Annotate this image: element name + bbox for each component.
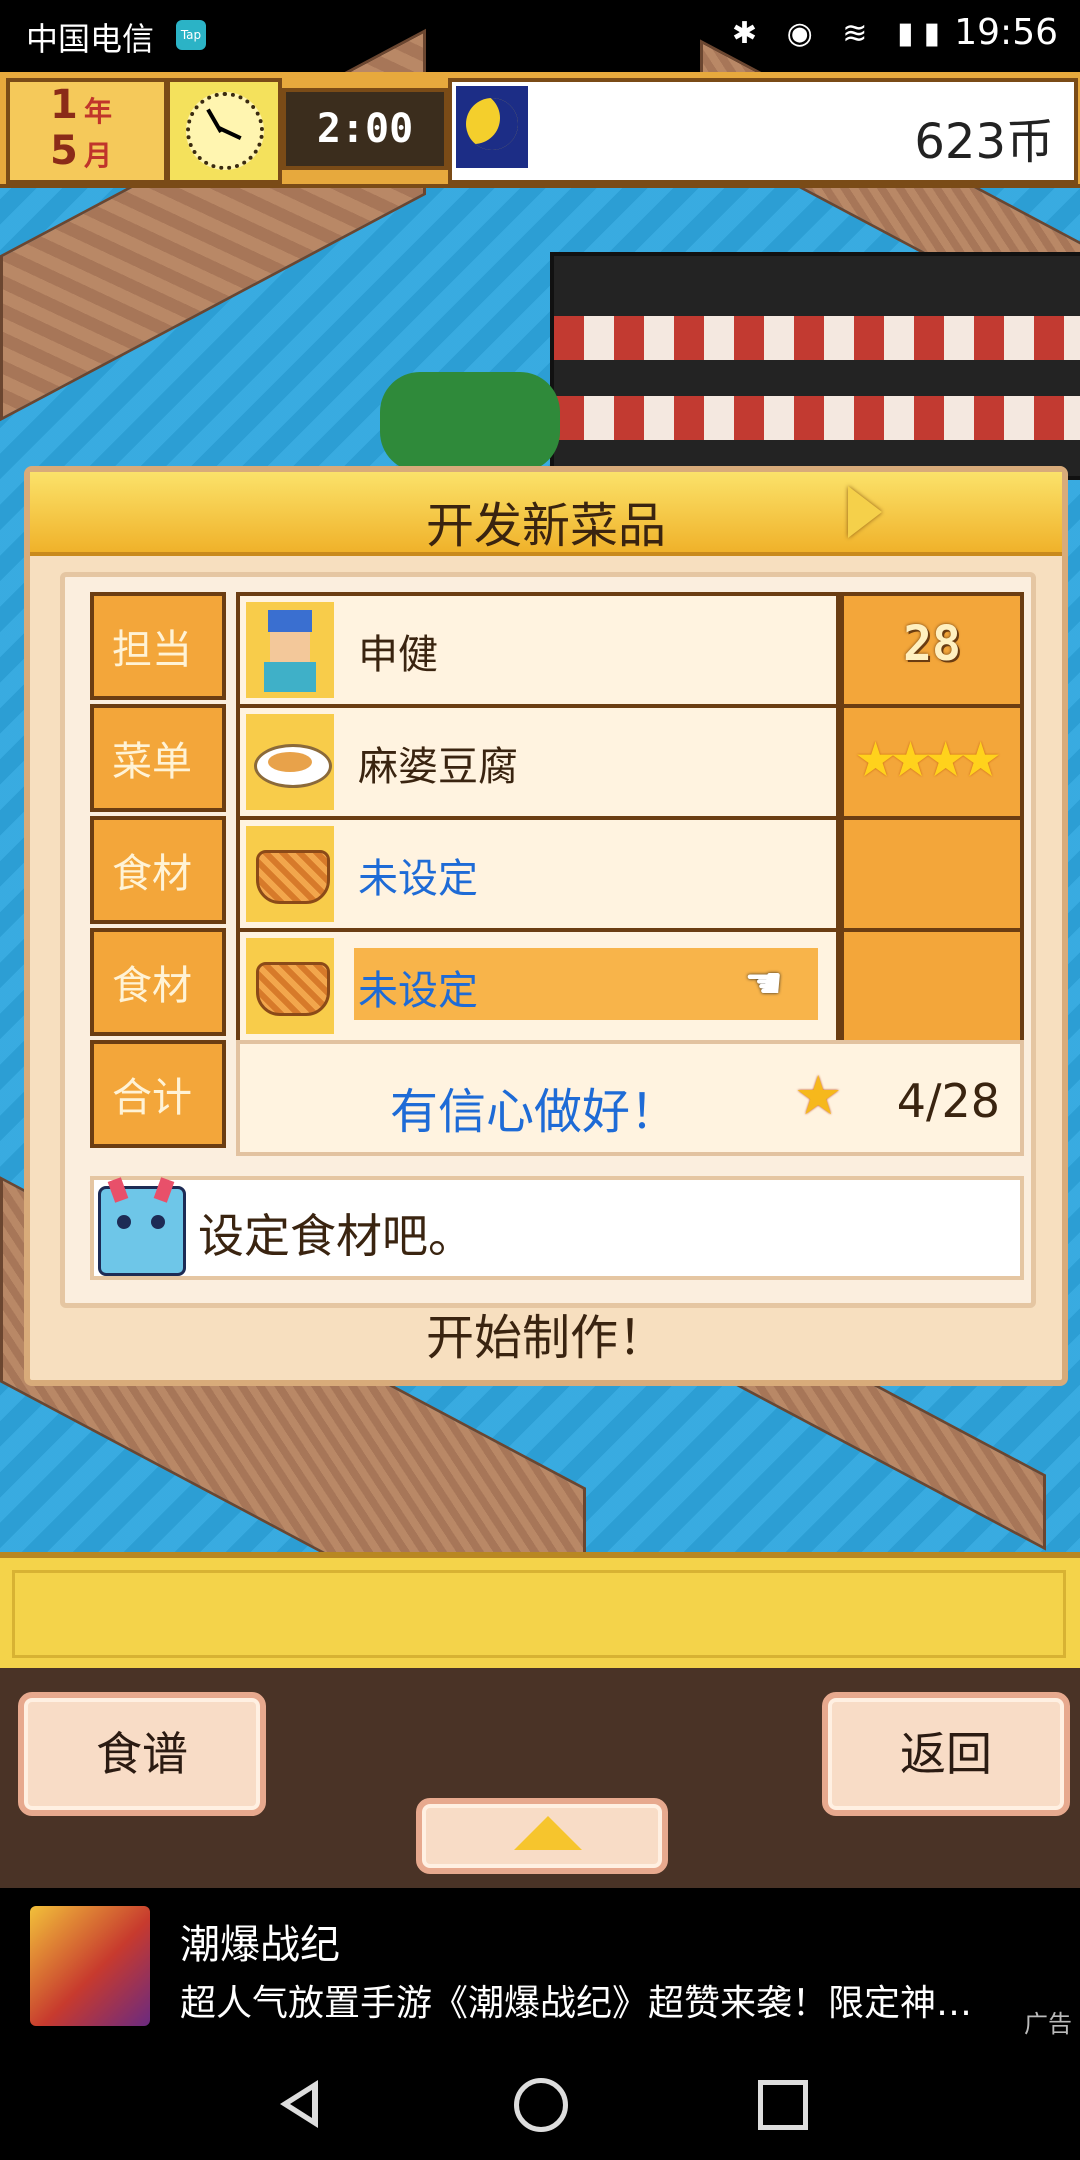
chef-face [270,632,310,662]
mascot-ear [153,1177,175,1203]
start-cooking-button[interactable]: 开始制作！ [30,1302,1062,1374]
basket-shape [256,850,330,904]
clock-time: 19:56 [954,12,1058,53]
ad-thumbnail[interactable] [30,1906,150,2026]
system-status-icons: ✱ ◉ ≋ ▮▮ [731,16,950,51]
system-nav-bar [0,2040,1080,2160]
dish-plate-icon [246,714,334,810]
recipe-button[interactable]: 食谱 [18,1692,266,1816]
basket-icon [246,826,334,922]
ingredient-selector-2[interactable]: 未设定 ☚ [236,928,840,1044]
message-bar-inner [12,1570,1066,1658]
hint-text: 设定食材吧。 [198,1209,474,1263]
up-arrow-icon [514,1816,582,1850]
year-label: 年 [84,95,113,128]
ingredient-1-value: 未设定 [358,856,478,902]
staff-label: 担当 [90,592,226,700]
staff-name: 申健 [358,632,438,678]
status-bar: 中国电信 Tap ✱ ◉ ≋ ▮▮ 19:56 [0,0,1080,72]
message-bar [0,1552,1080,1676]
staff-level-cell: 28 [840,592,1024,708]
chef-hat [268,610,312,632]
carrier-name: 中国电信 [26,20,155,58]
money-amount: 623币 [914,114,1054,170]
ad-tag: 广告 [1024,2010,1072,2038]
tree [380,372,560,472]
back-button[interactable]: 返回 [822,1692,1070,1816]
staff-selector[interactable]: 申健 [236,592,840,708]
basket-shape [256,962,330,1016]
clock-icon [166,78,282,184]
staff-level: 28 [903,616,961,672]
mascot-ear [107,1177,129,1203]
month-label: 月 [84,139,113,172]
month-number: 5 [50,128,78,174]
ad-banner[interactable]: 潮爆战纪 超人气放置手游《潮爆战纪》超赞来袭！限定神… 广告 [0,1888,1080,2040]
ingredient-label: 食材 [90,928,226,1036]
moon-icon [466,98,518,150]
basket-icon [246,938,334,1034]
nav-back-icon-inner [290,2090,312,2118]
total-cell: 有信心做好！ ★ 4/28 [236,1040,1024,1156]
dialog-title: 开发新菜品 [425,498,666,554]
restaurant-building[interactable] [550,252,1080,480]
date-panel: 1 年 5 月 [6,78,168,184]
building-wall [554,316,1080,360]
pointing-hand-icon: ☚ [744,958,784,1009]
chef-body [264,662,316,692]
menu-dish-name: 麻婆豆腐 [358,744,518,790]
building-wall [554,396,1080,440]
tap-badge-icon: Tap [176,20,206,50]
night-indicator [456,86,528,168]
ingredient-label: 食材 [90,816,226,924]
nav-recents-icon[interactable] [758,2080,808,2130]
mascot-eye [117,1215,131,1229]
hint-box: 设定食材吧。 [90,1176,1024,1280]
ingredient-selector-1[interactable]: 未设定 [236,816,840,932]
year-number: 1 [50,82,78,128]
star-icon: ★ [794,1064,843,1127]
mascot-icon [98,1177,186,1276]
develop-dish-dialog: 开发新菜品 担当 申健 28 菜单 麻婆豆腐 ★★★★ 食材 未设定 食材 未设… [24,466,1068,1386]
mascot-eye [151,1215,165,1229]
menu-selector[interactable]: 麻婆豆腐 [236,704,840,820]
dialog-header: 开发新菜品 [30,472,1062,556]
star-rating-icon: ★★★★ [854,732,1002,788]
bottom-controls: 食谱 返回 [0,1668,1080,1888]
confidence-message: 有信心做好！ [390,1084,679,1140]
ingredient-2-rating-cell [840,928,1024,1044]
ad-title[interactable]: 潮爆战纪 [180,1912,340,1970]
menu-label: 菜单 [90,704,226,812]
menu-rating-cell: ★★★★ [840,704,1024,820]
expand-menu-button[interactable] [416,1798,668,1874]
ingredient-2-value: 未设定 [358,968,478,1014]
nav-home-icon[interactable] [514,2078,568,2132]
dish-food [268,752,312,772]
ingredient-1-rating-cell [840,816,1024,932]
total-label: 合计 [90,1040,226,1148]
top-hud: 1 年 5 月 2:00 623币 [0,72,1080,188]
next-arrow-icon[interactable] [848,486,882,538]
total-count: 4/28 [896,1074,1000,1128]
ad-description[interactable]: 超人气放置手游《潮爆战纪》超赞来袭！限定神… [180,1974,1040,2026]
money-panel: 623币 [448,78,1078,184]
chef-avatar-icon [246,602,334,698]
game-time: 2:00 [282,88,448,170]
